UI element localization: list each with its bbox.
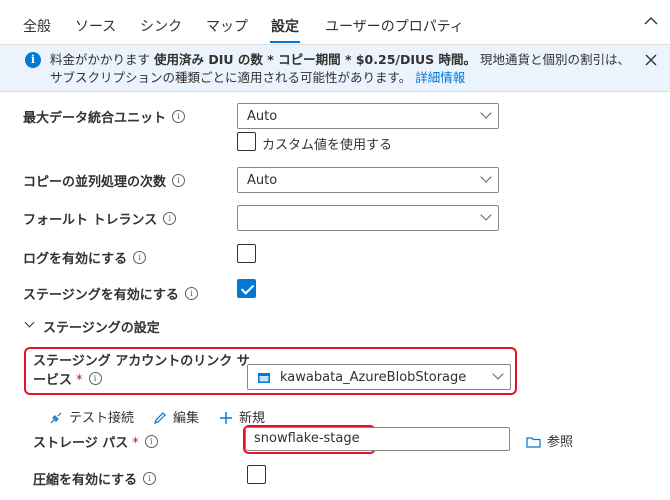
- close-icon[interactable]: [645, 51, 657, 70]
- plug-icon: [50, 412, 62, 424]
- storage-path-input[interactable]: [254, 431, 494, 446]
- chevron-down-icon: [480, 171, 492, 183]
- staging-checkbox[interactable]: [237, 279, 256, 298]
- edit-label: 編集: [173, 411, 200, 426]
- tab-mapping[interactable]: マップ: [206, 16, 248, 36]
- learn-more-link[interactable]: 詳細情報: [415, 70, 465, 85]
- logging-label: ログを有効にする i: [23, 248, 147, 267]
- storage-path-label: ストレージ パス * i: [33, 432, 158, 451]
- info-icon: i: [25, 52, 41, 68]
- storage-path-label-text: ストレージ パス: [33, 436, 129, 451]
- tab-bar: 全般 ソース シンク マップ 設定 ユーザーのプロパティ: [0, 0, 670, 45]
- chevron-down-icon: [480, 107, 492, 119]
- storage-account-icon: [258, 372, 270, 387]
- info-icon[interactable]: i: [163, 212, 177, 225]
- custom-value-checkbox[interactable]: [237, 132, 256, 151]
- diu-dropdown[interactable]: Auto: [237, 103, 499, 129]
- tab-settings[interactable]: 設定: [271, 16, 299, 36]
- diu-label-text: 最大データ統合ユニット: [23, 111, 167, 126]
- compression-label-text: 圧縮を有効にする: [33, 473, 138, 488]
- info-icon[interactable]: i: [133, 251, 147, 264]
- fault-tolerance-label: フォールト トレランス i: [23, 209, 177, 228]
- chevron-down-icon: [480, 209, 492, 221]
- banner-message: 料金がかかります 使用済み DIU の数 * コピー期間 * $0.25/DIU…: [50, 51, 630, 87]
- info-icon[interactable]: i: [88, 372, 102, 385]
- required-asterisk: *: [76, 373, 83, 388]
- linked-service-value: kawabata_AzureBlobStorage: [280, 370, 467, 385]
- banner-text-1: 料金がかかります: [50, 52, 154, 67]
- linked-service-label: ステージング アカウントのリンク サ ービス * i: [33, 352, 250, 390]
- logging-checkbox[interactable]: [237, 244, 256, 263]
- tab-sink[interactable]: シンク: [140, 16, 182, 36]
- new-label: 新規: [239, 411, 266, 426]
- tab-source[interactable]: ソース: [75, 16, 116, 36]
- staging-settings-header[interactable]: ステージングの設定: [43, 317, 160, 336]
- tab-user-properties[interactable]: ユーザーのプロパティ: [325, 16, 464, 36]
- staging-label-text: ステージングを有効にする: [23, 288, 179, 303]
- browse-label: 参照: [547, 435, 574, 450]
- fault-tolerance-dropdown[interactable]: [237, 205, 499, 231]
- cost-info-banner: i 料金がかかります 使用済み DIU の数 * コピー期間 * $0.25/D…: [0, 45, 670, 92]
- compression-checkbox[interactable]: [247, 465, 266, 484]
- logging-label-text: ログを有効にする: [23, 252, 128, 267]
- plus-icon: [220, 412, 232, 424]
- storage-path-field[interactable]: [245, 427, 510, 451]
- linked-service-label-line1: ステージング アカウントのリンク サ: [33, 354, 250, 369]
- edit-button[interactable]: 編集: [153, 407, 199, 426]
- compression-label: 圧縮を有効にする i: [33, 469, 157, 488]
- banner-text-bold: 使用済み DIU の数 * コピー期間 * $0.25/DIUS 時間。: [153, 52, 476, 67]
- linked-service-dropdown[interactable]: kawabata_AzureBlobStorage: [247, 364, 511, 390]
- info-icon[interactable]: i: [144, 435, 158, 448]
- pencil-icon: [154, 412, 166, 424]
- collapse-chevron-up-icon[interactable]: [644, 14, 658, 30]
- chevron-down-icon: [492, 368, 504, 380]
- folder-icon: [526, 437, 541, 448]
- parallel-copies-value: Auto: [247, 173, 278, 188]
- browse-button[interactable]: 参照: [526, 431, 573, 450]
- staging-label: ステージングを有効にする i: [23, 284, 198, 303]
- parallel-copies-dropdown[interactable]: Auto: [237, 167, 499, 193]
- linked-service-label-line2: ービス: [33, 373, 73, 388]
- new-button[interactable]: 新規: [219, 407, 265, 426]
- diu-value: Auto: [247, 109, 278, 124]
- test-connection-label: テスト接続: [69, 411, 135, 426]
- active-tab-indicator: [270, 41, 300, 43]
- required-asterisk: *: [132, 436, 139, 451]
- info-icon[interactable]: i: [184, 287, 198, 300]
- tab-general[interactable]: 全般: [23, 16, 51, 36]
- parallel-copies-label-text: コピーの並列処理の次数: [23, 175, 167, 190]
- info-icon[interactable]: i: [143, 472, 157, 485]
- fault-tolerance-label-text: フォールト トレランス: [23, 213, 158, 228]
- info-icon[interactable]: i: [172, 110, 186, 123]
- section-chevron-down-icon[interactable]: [24, 317, 35, 328]
- parallel-copies-label: コピーの並列処理の次数 i: [23, 171, 186, 190]
- diu-label: 最大データ統合ユニット i: [23, 107, 186, 126]
- info-icon[interactable]: i: [172, 174, 186, 187]
- test-connection-button[interactable]: テスト接続: [49, 407, 134, 426]
- custom-value-label: カスタム値を使用する: [262, 138, 393, 153]
